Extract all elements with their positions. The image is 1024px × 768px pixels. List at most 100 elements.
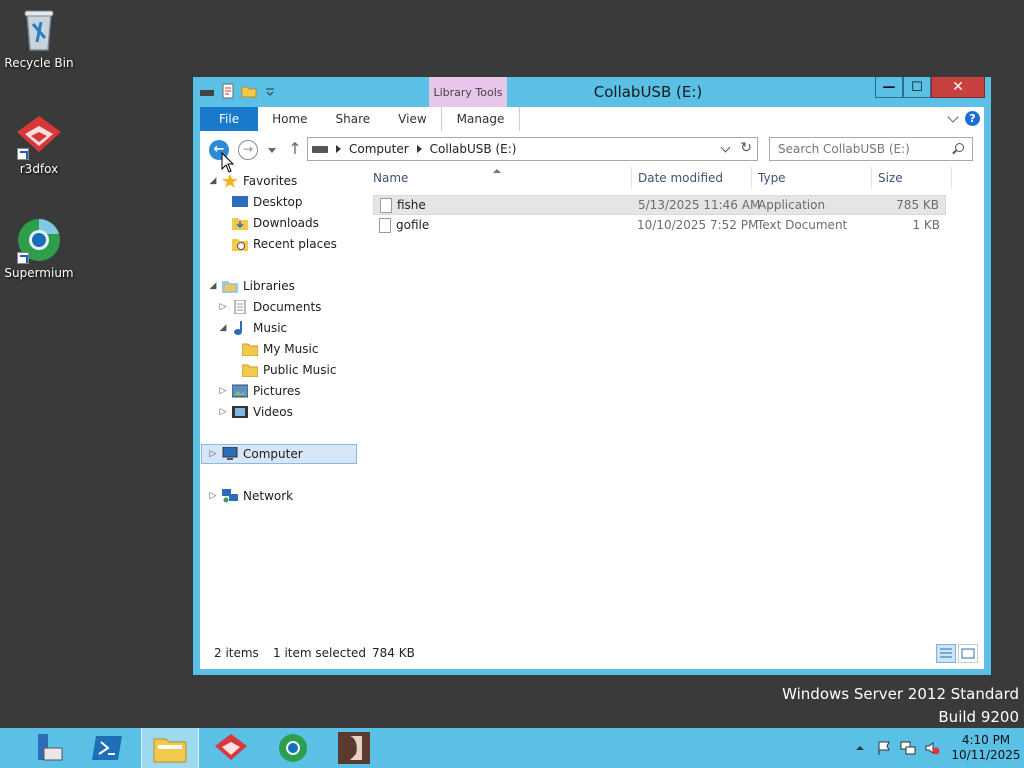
ribbon-tabs: File Home Share View Manage ? (200, 107, 984, 131)
search-input[interactable]: Search CollabUSB (E:) (769, 137, 973, 161)
shortcut-arrow-icon (17, 148, 29, 160)
minimize-icon: — (882, 79, 896, 95)
file-size: 785 KB (896, 198, 939, 212)
qat-dropdown-icon[interactable] (262, 83, 278, 99)
navigation-pane: ◢ Favorites Desktop Downloads Recent pla… (200, 167, 360, 633)
collapse-icon[interactable]: ◢ (208, 281, 218, 291)
nav-item-favorites[interactable]: ◢ Favorites (208, 171, 297, 191)
nav-item-label: Pictures (253, 384, 301, 398)
star-icon (222, 174, 238, 188)
taskbar-supermium-button[interactable] (264, 728, 322, 768)
column-header-name[interactable]: Name (367, 167, 632, 189)
image-viewer-icon (338, 732, 370, 764)
collapse-icon[interactable]: ◢ (208, 176, 218, 186)
file-row[interactable]: fishe 5/13/2025 11:46 AM Application 785… (373, 195, 946, 215)
taskbar-powershell-button[interactable] (79, 728, 137, 768)
nav-item-my-music[interactable]: My Music (241, 339, 319, 359)
taskbar-r3dfox-button[interactable] (202, 728, 260, 768)
desktop-icon-recycle-bin[interactable]: Recycle Bin (1, 6, 77, 70)
taskbar-clock[interactable]: 4:10 PM 10/11/2025 (948, 733, 1024, 763)
recent-locations-dropdown[interactable] (268, 148, 276, 153)
breadcrumb-separator-icon[interactable] (416, 145, 422, 153)
r3dfox-icon (15, 112, 63, 160)
tab-manage[interactable]: Manage (440, 107, 521, 131)
tab-file[interactable]: File (200, 107, 259, 131)
nav-item-public-music[interactable]: Public Music (241, 360, 336, 380)
close-button[interactable]: ✕ (931, 77, 985, 98)
server-manager-icon (38, 734, 63, 761)
up-button[interactable]: ↑ (288, 140, 302, 158)
desktop-folder-icon (232, 195, 248, 209)
close-icon: ✕ (952, 79, 964, 95)
shortcut-arrow-icon (17, 252, 29, 264)
nav-item-music[interactable]: ◢ Music (218, 318, 287, 338)
expand-icon[interactable]: ▷ (218, 302, 228, 312)
column-header-label: Name (373, 171, 409, 185)
tab-home[interactable]: Home (258, 107, 321, 131)
nav-item-label: Music (253, 321, 288, 335)
nav-item-videos[interactable]: ▷ Videos (218, 402, 293, 422)
supermium-icon (279, 734, 307, 762)
show-hidden-icons-icon[interactable] (852, 740, 868, 756)
details-view-icon (940, 648, 952, 658)
nav-item-network[interactable]: ▷ Network (208, 486, 293, 506)
properties-icon[interactable] (220, 83, 236, 99)
taskbar-server-manager-button[interactable] (18, 728, 76, 768)
minimize-button[interactable]: — (875, 77, 903, 98)
nav-item-pictures[interactable]: ▷ Pictures (218, 381, 301, 401)
expand-icon[interactable]: ▷ (208, 491, 218, 501)
file-list: Name Date modified Type Size fishe 5/13/… (367, 167, 984, 633)
downloads-folder-icon (232, 216, 248, 230)
collapse-icon[interactable]: ◢ (218, 323, 228, 333)
network-status-icon[interactable] (900, 740, 916, 756)
breadcrumb-computer[interactable]: Computer (349, 142, 409, 156)
column-header-size[interactable]: Size (872, 167, 952, 189)
volume-muted-icon[interactable] (924, 740, 940, 756)
taskbar-image-viewer-button[interactable] (325, 728, 383, 768)
file-type: Text Document (757, 218, 848, 232)
new-folder-icon[interactable] (241, 83, 257, 99)
desktop-icon-r3dfox[interactable]: r3dfox (1, 112, 77, 176)
search-icon[interactable] (955, 143, 964, 152)
refresh-icon[interactable]: ↻ (740, 140, 752, 156)
file-type: Application (758, 198, 826, 212)
column-header-date-modified[interactable]: Date modified (632, 167, 752, 189)
network-icon (222, 489, 238, 503)
details-view-button[interactable] (936, 644, 956, 663)
nav-item-label: Computer (243, 447, 303, 461)
breadcrumb-collabusb[interactable]: CollabUSB (E:) (430, 142, 517, 156)
desktop-icon-supermium[interactable]: Supermium (1, 216, 77, 280)
taskbar-file-explorer-button[interactable] (141, 728, 199, 768)
nav-item-label: Recent places (253, 237, 337, 251)
title-bar[interactable]: Library Tools CollabUSB (E:) — ☐ ✕ (193, 77, 991, 107)
folder-icon (241, 342, 259, 357)
column-header-type[interactable]: Type (752, 167, 872, 189)
large-icons-view-button[interactable] (958, 644, 978, 663)
forward-button[interactable] (238, 140, 258, 160)
nav-item-label: My Music (263, 342, 319, 356)
maximize-button[interactable]: ☐ (903, 77, 931, 98)
file-row[interactable]: gofile 10/10/2025 7:52 PM Text Document … (373, 216, 946, 236)
nav-item-recent-places[interactable]: Recent places (232, 234, 337, 254)
action-center-flag-icon[interactable] (876, 740, 892, 756)
nav-item-documents[interactable]: ▷ Documents (218, 297, 321, 317)
nav-item-computer[interactable]: ▷ Computer (201, 444, 357, 464)
expand-icon[interactable]: ▷ (208, 449, 218, 459)
tab-view[interactable]: View (384, 107, 440, 131)
explorer-client-area: ↑ Computer CollabUSB (E:) ↻ Search Colla… (200, 131, 984, 669)
expand-icon[interactable]: ▷ (218, 407, 228, 417)
help-icon[interactable]: ? (965, 111, 980, 126)
breadcrumb-separator-icon[interactable] (336, 145, 341, 153)
nav-item-label: Network (243, 489, 294, 503)
file-explorer-icon (153, 738, 187, 763)
address-bar[interactable]: Computer CollabUSB (E:) ↻ (307, 137, 758, 161)
expand-ribbon-icon[interactable] (947, 110, 959, 123)
expand-icon[interactable]: ▷ (218, 386, 228, 396)
status-selected-count: 1 item selected (273, 646, 367, 660)
nav-item-libraries[interactable]: ◢ Libraries (208, 276, 295, 296)
address-dropdown-icon[interactable] (720, 142, 731, 153)
tab-share[interactable]: Share (322, 107, 385, 131)
nav-item-label: Libraries (243, 279, 295, 293)
nav-item-desktop[interactable]: Desktop (232, 192, 303, 212)
nav-item-downloads[interactable]: Downloads (232, 213, 319, 233)
